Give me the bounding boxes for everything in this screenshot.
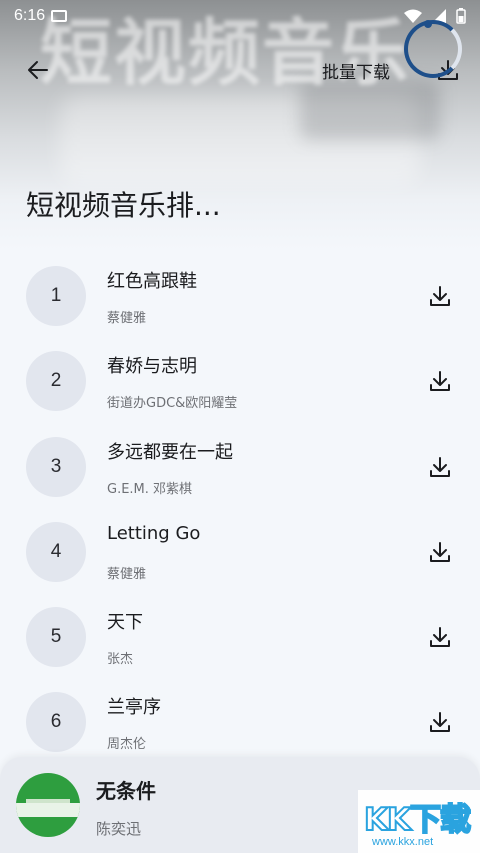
status-time: 6:16 (14, 7, 46, 24)
rank-badge: 4 (26, 521, 86, 582)
download-icon (428, 540, 452, 564)
download-button[interactable] (424, 536, 456, 568)
song-title: Letting Go (107, 522, 201, 544)
song-list: 1 红色高跟鞋 蔡健雅 2 春娇与志明 街道办GDC&欧阳耀莹 3 多远都要在一… (0, 254, 480, 766)
back-button[interactable] (20, 54, 56, 86)
song-artist: 蔡健雅 (107, 311, 147, 326)
download-icon (428, 369, 452, 393)
rank-badge: 1 (26, 266, 86, 326)
song-title: 春娇与志明 (107, 356, 197, 378)
status-bar: 6:16 (0, 0, 480, 32)
download-button[interactable] (424, 706, 456, 738)
song-artist: 街道办GDC&欧阳耀莹 (107, 396, 238, 412)
now-playing-title: 无条件 (96, 779, 156, 803)
download-icon (428, 625, 452, 649)
song-artist: 蔡健雅 (107, 566, 147, 582)
album-cover[interactable] (16, 773, 80, 837)
batch-download-button[interactable]: 批量下载 (322, 58, 390, 83)
page-title: 短视频音乐排... (26, 189, 221, 222)
download-icon (428, 710, 452, 734)
battery-icon (456, 8, 466, 24)
download-button[interactable] (424, 451, 456, 483)
download-button[interactable] (424, 365, 456, 397)
download-icon (428, 284, 452, 308)
rank-badge: 5 (26, 607, 86, 668)
now-playing-artist: 陈奕迅 (96, 820, 142, 838)
list-item[interactable]: 5 天下 张杰 (0, 595, 480, 680)
list-item[interactable]: 1 红色高跟鞋 蔡健雅 (0, 254, 480, 339)
song-artist: 周杰伦 (107, 737, 147, 753)
cover-art-detail (16, 803, 80, 817)
list-item[interactable]: 2 春娇与志明 街道办GDC&欧阳耀莹 (0, 339, 480, 424)
download-button[interactable] (424, 621, 456, 653)
notification-icon (51, 10, 68, 22)
watermark-url: www.kkx.net (372, 836, 434, 848)
song-title: 红色高跟鞋 (107, 271, 197, 292)
song-artist: G.E.M. 邓紫棋 (107, 481, 193, 497)
watermark: KK下载 www.kkx.net (358, 790, 480, 853)
song-artist: 张杰 (107, 652, 134, 668)
rank-badge: 2 (26, 351, 86, 412)
song-title: 兰亭序 (107, 697, 161, 719)
download-button[interactable] (424, 280, 456, 312)
wifi-icon (404, 9, 422, 23)
list-item[interactable]: 4 Letting Go 蔡健雅 (0, 510, 480, 595)
progress-indicator-icon (424, 20, 432, 28)
rank-badge: 6 (26, 692, 86, 753)
list-item[interactable]: 3 多远都要在一起 G.E.M. 邓紫棋 (0, 425, 480, 510)
list-item[interactable]: 6 兰亭序 周杰伦 (0, 680, 480, 765)
download-icon (428, 455, 452, 479)
song-title: 天下 (107, 612, 143, 634)
play-progress-button[interactable] (404, 20, 462, 78)
back-arrow-icon (26, 58, 50, 82)
rank-badge: 3 (26, 436, 86, 497)
song-title: 多远都要在一起 (107, 441, 233, 463)
watermark-logo: KK下载 (363, 801, 472, 839)
